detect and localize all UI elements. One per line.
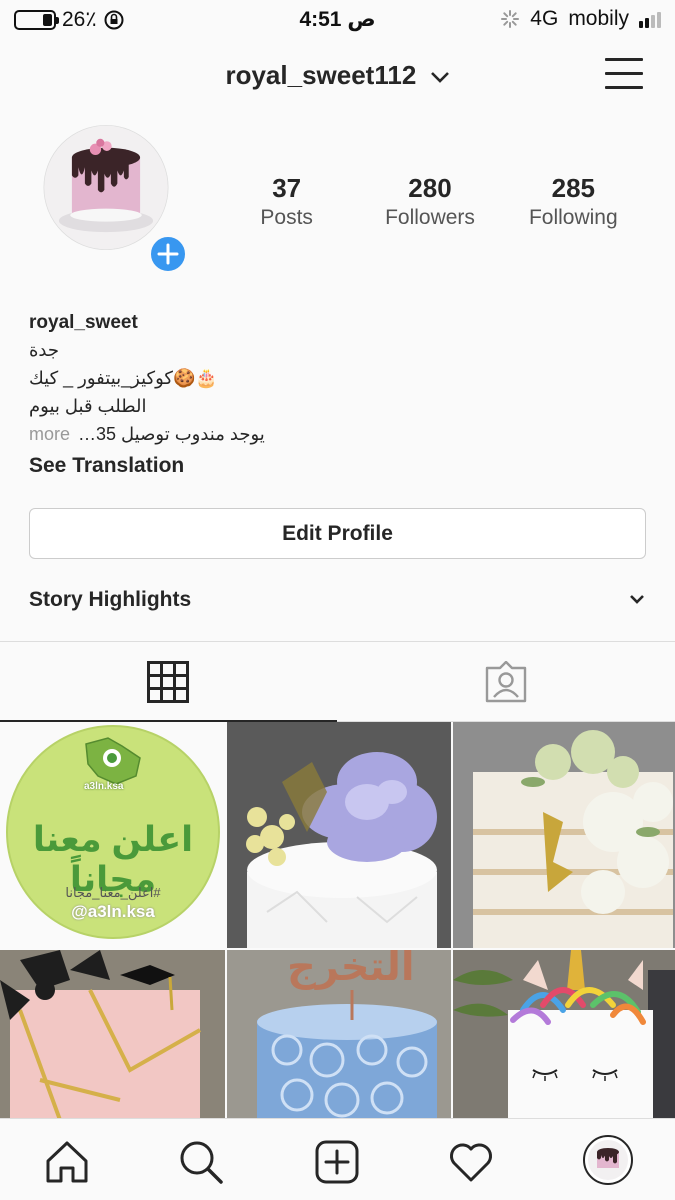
ad-logo-text: a3ln.ksa	[84, 781, 124, 792]
more-link[interactable]: more	[29, 424, 70, 444]
nav-home[interactable]	[44, 1139, 90, 1185]
grid-post[interactable]: التخرج	[227, 950, 451, 1120]
profile-avatar[interactable]	[29, 125, 189, 275]
heart-icon	[450, 1143, 492, 1182]
saudi-map-logo	[85, 737, 141, 785]
grid-post[interactable]: a3ln.ksa اعلن معنا مجاناً #اعلن_معنا_مجا…	[0, 722, 225, 948]
chevron-down-icon	[630, 595, 644, 604]
nav-search[interactable]	[178, 1139, 224, 1185]
bio-truncated-text: يوجد مندوب توصيل 35…	[78, 424, 265, 444]
search-icon	[180, 1141, 223, 1184]
cake-topper-text: التخرج	[287, 950, 415, 989]
profile-header: royal_sweet112	[0, 48, 675, 108]
profile-name: royal_sweet	[29, 312, 138, 333]
bottom-nav	[0, 1118, 675, 1200]
header-username: royal_sweet112	[225, 60, 417, 90]
stat-posts[interactable]: 37 Posts	[215, 172, 358, 232]
grid-post[interactable]	[453, 722, 675, 948]
tab-grid[interactable]	[0, 642, 337, 722]
grid-post[interactable]	[227, 722, 451, 948]
menu-icon[interactable]	[605, 58, 643, 92]
account-switcher[interactable]: royal_sweet112	[0, 60, 675, 91]
see-translation-link[interactable]: See Translation	[29, 454, 184, 478]
profile-avatar-icon	[583, 1135, 633, 1185]
posts-count: 37	[272, 173, 302, 203]
nav-profile[interactable]	[583, 1135, 633, 1185]
nav-activity[interactable]	[448, 1139, 494, 1185]
tagged-person-icon	[485, 661, 527, 703]
activity-spinner-icon	[501, 10, 520, 28]
stat-following[interactable]: 285 Following	[502, 172, 645, 232]
following-count: 285	[551, 173, 596, 203]
home-icon	[46, 1141, 88, 1183]
edit-profile-button[interactable]: Edit Profile	[29, 508, 646, 559]
grid-post[interactable]	[453, 950, 675, 1120]
ad-handle: @a3ln.ksa	[71, 902, 155, 921]
post-image	[453, 722, 675, 948]
bio-truncated-line[interactable]: more يوجد مندوب توصيل 35…	[29, 420, 649, 448]
carrier-name: mobily	[568, 7, 629, 30]
posts-grid: a3ln.ksa اعلن معنا مجاناً #اعلن_معنا_مجا…	[0, 722, 675, 1120]
network-type: 4G	[530, 7, 559, 30]
bio-line: جدة	[29, 340, 60, 360]
signal-icon	[639, 10, 661, 28]
nav-new-post[interactable]	[314, 1139, 360, 1185]
story-highlights-toggle[interactable]: Story Highlights	[29, 588, 649, 612]
profile-tabs	[0, 641, 675, 722]
bio-line: 🎂🍪كوكيز_بيتفور _ كيك	[29, 368, 218, 388]
tab-tagged[interactable]	[338, 642, 675, 722]
avatar-image	[43, 125, 169, 250]
post-image	[453, 950, 675, 1120]
status-bar: 26٪ 4:51 ص 4G mobily	[0, 0, 675, 40]
posts-label: Posts	[260, 206, 313, 229]
plus-icon	[157, 243, 179, 265]
profile-stats: 37 Posts 280 Followers 285 Following	[215, 172, 645, 232]
ad-hashtag: #اعلن_معنا_مجانا	[65, 885, 161, 900]
followers-count: 280	[408, 173, 452, 203]
post-image	[227, 722, 451, 948]
following-label: Following	[528, 206, 618, 229]
add-post-icon	[315, 1140, 359, 1184]
stat-followers[interactable]: 280 Followers	[358, 172, 501, 232]
chevron-down-icon	[430, 72, 449, 83]
profile-bio: royal_sweet جدة 🎂🍪كوكيز_بيتفور _ كيك الط…	[29, 310, 649, 448]
followers-label: Followers	[385, 206, 475, 229]
post-image	[0, 950, 225, 1120]
bio-line: الطلب قبل بيوم	[29, 396, 147, 416]
story-highlights-label: Story Highlights	[29, 588, 192, 611]
add-story-button[interactable]	[147, 233, 189, 275]
grid-post[interactable]	[0, 950, 225, 1120]
grid-icon	[147, 661, 189, 703]
